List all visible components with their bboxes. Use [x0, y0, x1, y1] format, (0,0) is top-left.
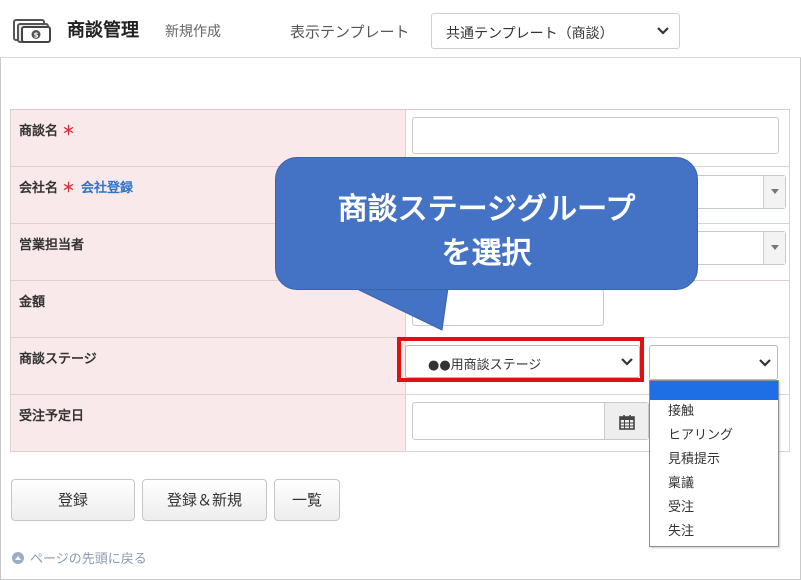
callout-line1: 商談ステージグループ [337, 192, 636, 227]
deal-name-input[interactable] [412, 117, 779, 154]
template-select[interactable]: 共通テンプレート（商談） [431, 13, 680, 49]
arrow-up-circle-icon [12, 552, 24, 564]
stage-option[interactable] [650, 381, 778, 400]
stage-option[interactable]: 接触 [650, 400, 778, 424]
amount-input[interactable] [412, 289, 604, 326]
order-date-input[interactable] [412, 402, 649, 440]
register-new-button[interactable]: 登録＆新規 [142, 479, 267, 521]
page-subtitle: 新規作成 [165, 24, 221, 40]
stage-option[interactable]: 失注 [650, 520, 778, 544]
stage-dropdown-list: 接触 ヒアリング 見積提示 稟議 受注 失注 [649, 380, 779, 547]
stage-label: 商談ステージ [19, 352, 97, 367]
company-combobox-button[interactable] [763, 176, 785, 208]
sales-rep-label: 営業担当者 [19, 238, 85, 253]
required-mark: ＊ [62, 181, 76, 196]
stage-option[interactable]: ヒアリング [650, 424, 778, 448]
back-to-top-label: ページの先頭に戻る [30, 552, 147, 567]
list-button[interactable]: 一覧 [274, 479, 340, 521]
chevron-down-icon [657, 27, 669, 35]
dropdown-arrow-icon [771, 189, 779, 194]
callout-bubble: 商談ステージグループ を選択 [275, 157, 698, 290]
company-register-link[interactable]: 会社登録 [81, 181, 133, 196]
order-date-label: 受注予定日 [19, 409, 85, 424]
money-icon: $ [13, 19, 51, 43]
highlight-box [397, 337, 644, 382]
callout-line2: を選択 [441, 236, 532, 271]
stage-option[interactable]: 受注 [650, 496, 778, 520]
template-label: 表示テンプレート [290, 23, 410, 41]
svg-text:$: $ [34, 32, 39, 40]
calendar-button[interactable] [604, 403, 648, 439]
stage-option[interactable]: 見積提示 [650, 448, 778, 472]
back-to-top-link[interactable]: ページの先頭に戻る [12, 548, 147, 567]
stage-select[interactable] [649, 345, 778, 380]
company-label: 会社名 [19, 181, 59, 196]
deal-name-label: 商談名 [19, 124, 59, 139]
stage-option[interactable]: 稟議 [650, 472, 778, 496]
template-select-value: 共通テンプレート（商談） [446, 26, 614, 42]
register-button[interactable]: 登録 [11, 479, 135, 521]
order-date-label-cell: 受注予定日 [10, 395, 406, 451]
chevron-down-icon [759, 359, 771, 367]
stage-label-cell: 商談ステージ [10, 338, 406, 394]
calendar-icon [619, 415, 635, 430]
required-mark: ＊ [62, 124, 76, 139]
page-title: 商談管理 [67, 20, 139, 41]
dropdown-arrow-icon [771, 245, 779, 250]
header: $ 商談管理 新規作成 表示テンプレート 共通テンプレート（商談） [0, 0, 801, 58]
sales-rep-combobox-button[interactable] [763, 232, 785, 264]
amount-label: 金額 [19, 295, 46, 310]
